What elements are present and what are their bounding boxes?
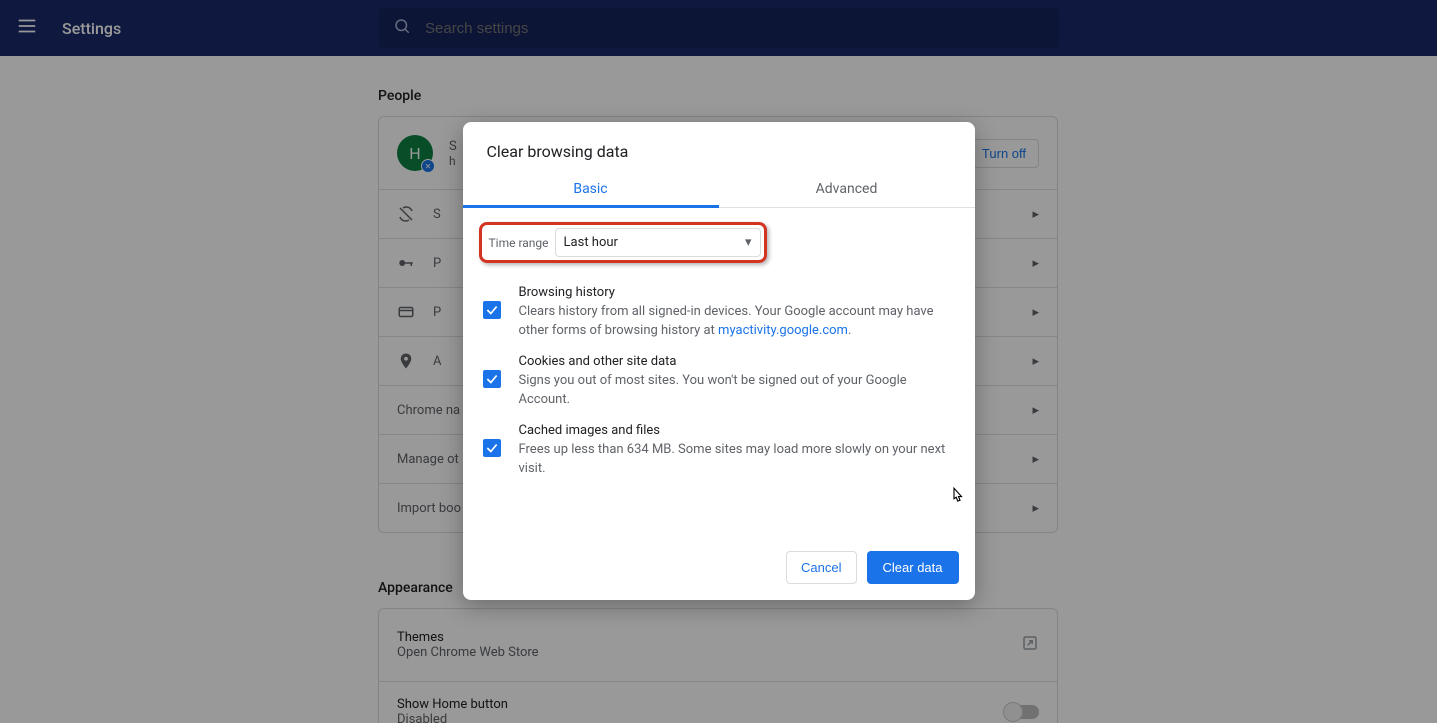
tab-basic[interactable]: Basic <box>463 169 719 207</box>
myactivity-link[interactable]: myactivity.google.com <box>718 323 848 338</box>
tab-advanced[interactable]: Advanced <box>719 169 975 207</box>
checkbox-browsing-history[interactable] <box>483 301 501 319</box>
option-cached[interactable]: Cached images and files Frees up less th… <box>479 413 959 482</box>
checkbox-cookies[interactable] <box>483 370 501 388</box>
dialog-footer: Cancel Clear data <box>463 537 975 600</box>
time-range-highlight: Time range Last hour ▾ <box>479 222 767 263</box>
time-range-label: Time range <box>485 232 555 254</box>
dialog-body: Time range Last hour ▾ Browsing history … <box>463 208 975 490</box>
clear-browsing-data-dialog: Clear browsing data Basic Advanced Time … <box>463 122 975 600</box>
option-browsing-history[interactable]: Browsing history Clears history from all… <box>479 275 959 344</box>
option-title: Cookies and other site data <box>519 354 949 369</box>
dialog-title: Clear browsing data <box>463 122 975 169</box>
option-title: Cached images and files <box>519 423 949 438</box>
clear-data-button[interactable]: Clear data <box>867 551 959 584</box>
cancel-button[interactable]: Cancel <box>786 551 856 584</box>
modal-backdrop: Clear browsing data Basic Advanced Time … <box>0 0 1437 723</box>
option-desc: Clears history from all signed-in device… <box>519 302 949 340</box>
checkbox-cached[interactable] <box>483 439 501 457</box>
option-title: Browsing history <box>519 285 949 300</box>
option-desc: Signs you out of most sites. You won't b… <box>519 371 949 409</box>
dropdown-arrow-icon: ▾ <box>745 235 752 250</box>
time-range-dropdown[interactable]: Last hour ▾ <box>555 228 761 257</box>
time-range-value: Last hour <box>564 235 618 250</box>
option-desc: Frees up less than 634 MB. Some sites ma… <box>519 440 949 478</box>
option-cookies[interactable]: Cookies and other site data Signs you ou… <box>479 344 959 413</box>
dialog-tabs: Basic Advanced <box>463 169 975 208</box>
